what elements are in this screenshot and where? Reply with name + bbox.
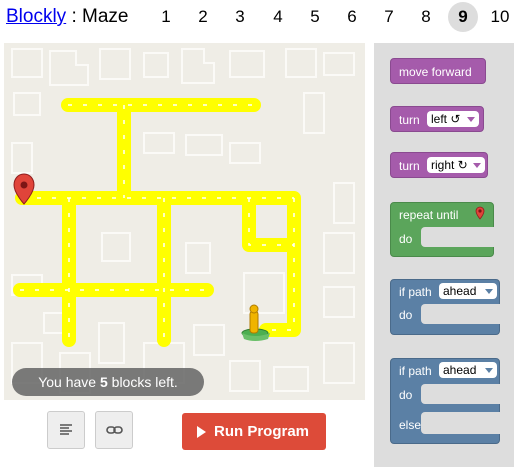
level-1-link[interactable]: 1 — [151, 2, 181, 32]
turn-left-value: left ↺ — [431, 112, 461, 126]
move-forward-label: move forward — [399, 65, 472, 79]
if-do-label: do — [399, 308, 413, 322]
if-else-path-value: ahead — [443, 363, 477, 377]
maze-svg — [11, 48, 355, 394]
turn-right-dropdown[interactable]: right ↻ — [427, 157, 485, 173]
if-path-label: if path — [399, 285, 432, 299]
run-program-label: Run Program — [214, 423, 310, 440]
turn-right-block[interactable]: turn right ↻ — [390, 152, 488, 178]
chevron-down-icon — [473, 163, 481, 168]
toolbox: move forward turn left ↺ turn right ↻ re… — [374, 43, 514, 467]
blocks-left-capacity: You have 5 blocks left. — [12, 368, 204, 396]
repeat-until-block[interactable]: repeat until do — [390, 202, 495, 257]
turn-left-label: turn — [399, 113, 420, 127]
if-else-do-label: do — [399, 388, 413, 402]
if-else-path-dropdown[interactable]: ahead — [439, 362, 497, 378]
run-program-button[interactable]: Run Program — [182, 413, 326, 450]
level-6-link[interactable]: 6 — [337, 2, 367, 32]
title-separator: : — [71, 6, 77, 27]
blockly-link[interactable]: Blockly — [6, 6, 66, 27]
code-icon — [60, 424, 72, 435]
level-3-link[interactable]: 3 — [225, 2, 255, 32]
maze-area — [4, 43, 365, 400]
pegman-icon — [241, 304, 270, 341]
if-path-block[interactable]: if path ahead do — [390, 279, 501, 335]
repeat-do-slot — [421, 227, 495, 247]
if-else-do-slot — [421, 384, 501, 404]
header: Blockly : Maze 1 2 3 4 5 6 7 8 9 10 — [0, 0, 524, 36]
else-slot — [421, 412, 501, 434]
repeat-do-label: do — [399, 232, 413, 246]
link-icon — [106, 426, 123, 434]
repeat-until-label: repeat until — [399, 208, 459, 222]
chevron-down-icon — [485, 289, 493, 294]
turn-right-label: turn — [399, 159, 420, 173]
app-title: Blockly : Maze — [6, 6, 129, 28]
level-9-current[interactable]: 9 — [448, 2, 478, 32]
blocks-left-suffix: blocks left. — [107, 374, 178, 390]
chevron-down-icon — [467, 117, 475, 122]
if-else-path-block[interactable]: if path ahead do else — [390, 358, 501, 444]
level-8-link[interactable]: 8 — [411, 2, 441, 32]
chevron-down-icon — [485, 368, 493, 373]
turn-left-block[interactable]: turn left ↺ — [390, 106, 484, 132]
link-button[interactable] — [95, 411, 133, 449]
level-2-link[interactable]: 2 — [188, 2, 218, 32]
else-label: else — [399, 418, 422, 432]
level-10-link[interactable]: 10 — [485, 2, 515, 32]
if-path-dropdown[interactable]: ahead — [439, 283, 497, 299]
marker-icon — [475, 206, 485, 220]
if-else-path-label: if path — [399, 364, 432, 378]
if-path-value: ahead — [443, 284, 477, 298]
blocks-left-prefix: You have — [38, 374, 100, 390]
blocks-left-count: 5 — [99, 374, 108, 390]
turn-left-dropdown[interactable]: left ↺ — [427, 111, 479, 127]
level-7-link[interactable]: 7 — [374, 2, 404, 32]
page-title: Maze — [82, 6, 129, 27]
turn-right-value: right ↻ — [431, 158, 468, 172]
show-code-button[interactable] — [47, 411, 85, 449]
play-icon — [197, 426, 206, 438]
if-do-slot — [421, 304, 501, 324]
level-4-link[interactable]: 4 — [263, 2, 293, 32]
move-forward-block[interactable]: move forward — [390, 58, 486, 84]
level-5-link[interactable]: 5 — [300, 2, 330, 32]
